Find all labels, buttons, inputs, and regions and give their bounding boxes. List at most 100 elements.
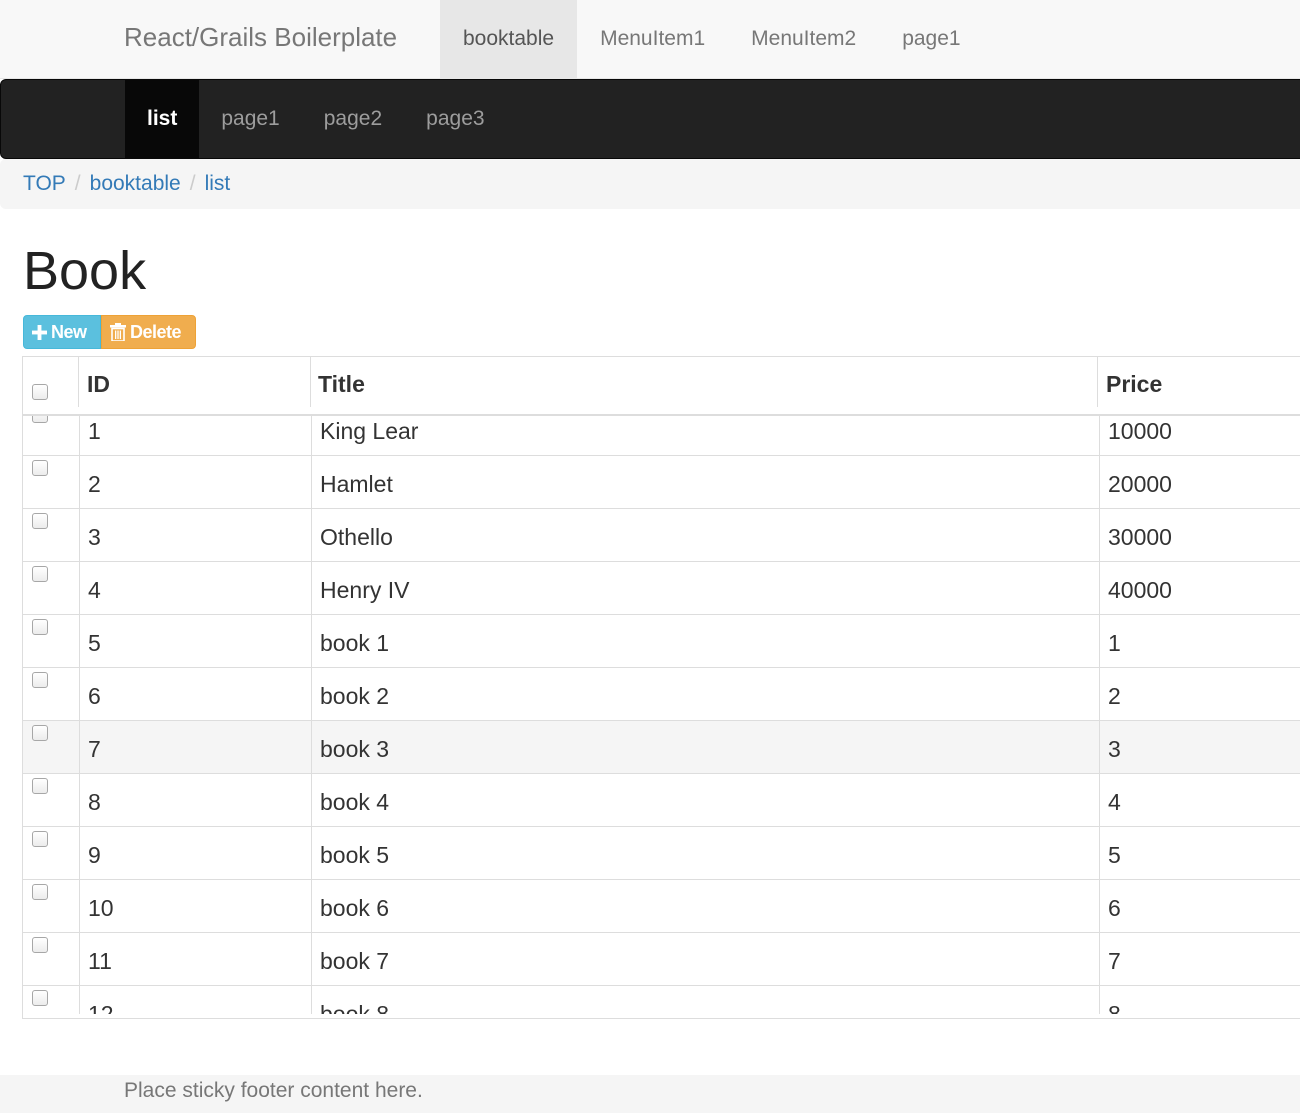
row-checkbox-cell [23, 721, 79, 774]
cell-id: 9 [79, 827, 311, 880]
row-checkbox-cell [23, 456, 79, 509]
book-table: ID Title Price 1 King Lear 10000 2 Hamlet 200… [22, 356, 1300, 1019]
nav-item-menuitem1[interactable]: MenuItem1 [577, 0, 728, 78]
cell-price: 8 [1099, 986, 1300, 1014]
navbar-brand[interactable]: React/Grails Boilerplate [124, 22, 397, 53]
cell-title: book 6 [311, 880, 1099, 933]
table-row[interactable]: 12 book 88 [23, 986, 1300, 1014]
row-checkbox[interactable] [32, 619, 48, 635]
cell-id: 10 [79, 880, 311, 933]
cell-id: 4 [79, 562, 311, 615]
row-checkbox-cell [23, 880, 79, 933]
toolbar-button-group: New Delete [23, 315, 196, 349]
table-row[interactable]: 3 Othello 30000 [23, 509, 1300, 562]
table-header: ID Title Price [23, 357, 1300, 416]
nav-item-page1[interactable]: page1 [879, 0, 983, 78]
row-checkbox-cell [23, 774, 79, 827]
cell-id: 7 [79, 721, 311, 774]
plus-icon [32, 324, 47, 340]
select-all-checkbox[interactable] [32, 384, 48, 400]
subnav-item-list[interactable]: list [125, 80, 200, 158]
cell-price: 7 [1099, 933, 1300, 986]
cell-title: book 7 [311, 933, 1099, 986]
subnav-item-page3[interactable]: page3 [404, 80, 506, 158]
table-row[interactable]: 4 Henry IV 40000 [23, 562, 1300, 615]
table-row[interactable]: 8 book 44 [23, 774, 1300, 827]
sticky-footer: Place sticky footer content here. [0, 1075, 1300, 1113]
cell-price: 40000 [1099, 562, 1300, 615]
footer-text: Place sticky footer content here. [124, 1079, 423, 1102]
table-body: 1 King Lear 10000 2 Hamlet 20000 3 Othello 30000… [23, 416, 1300, 1014]
row-checkbox[interactable] [32, 831, 48, 847]
sub-nav-menu: list page1 page2 page3 [125, 80, 507, 158]
new-button[interactable]: New [23, 315, 101, 349]
row-checkbox[interactable] [32, 416, 48, 423]
column-header-title[interactable]: Title [310, 357, 1098, 414]
table-row[interactable]: 11 book 77 [23, 933, 1300, 986]
top-nav-menu: booktable MenuItem1 MenuItem2 page1 [440, 0, 984, 78]
trash-icon [110, 323, 126, 341]
sub-navbar: list page1 page2 page3 [0, 79, 1300, 159]
row-checkbox-cell [23, 933, 79, 986]
cell-title: book 4 [311, 774, 1099, 827]
cell-price: 30000 [1099, 509, 1300, 562]
top-navbar: React/Grails Boilerplate booktable MenuI… [0, 0, 1300, 79]
cell-id: 8 [79, 774, 311, 827]
cell-id: 6 [79, 668, 311, 721]
cell-price: 2 [1099, 668, 1300, 721]
cell-title: Henry IV [311, 562, 1099, 615]
cell-price: 6 [1099, 880, 1300, 933]
delete-button-label: Delete [130, 321, 182, 342]
row-checkbox[interactable] [32, 937, 48, 953]
table-row[interactable]: 1 King Lear 10000 [23, 416, 1300, 456]
table-row[interactable]: 6 book 22 [23, 668, 1300, 721]
row-checkbox[interactable] [32, 778, 48, 794]
row-checkbox-cell [23, 562, 79, 615]
row-checkbox[interactable] [32, 725, 48, 741]
cell-price: 1 [1099, 615, 1300, 668]
table-body-scroll[interactable]: 1 King Lear 10000 2 Hamlet 20000 3 Othello 30000… [23, 416, 1300, 1014]
cell-title: Hamlet [311, 456, 1099, 509]
table-row[interactable]: 10 book 66 [23, 880, 1300, 933]
cell-title: book 3 [311, 721, 1099, 774]
breadcrumb-separator: / [189, 172, 196, 195]
delete-button[interactable]: Delete [101, 315, 196, 349]
cell-price: 20000 [1099, 456, 1300, 509]
cell-id: 3 [79, 509, 311, 562]
cell-price: 4 [1099, 774, 1300, 827]
row-checkbox[interactable] [32, 566, 48, 582]
cell-title: book 8 [311, 986, 1099, 1014]
cell-title: book 1 [311, 615, 1099, 668]
row-checkbox-cell [23, 986, 79, 1014]
subnav-item-page2[interactable]: page2 [302, 80, 404, 158]
row-checkbox[interactable] [32, 672, 48, 688]
cell-title: book 2 [311, 668, 1099, 721]
cell-price: 3 [1099, 721, 1300, 774]
cell-id: 11 [79, 933, 311, 986]
table-row[interactable]: 5 book 11 [23, 615, 1300, 668]
cell-title: Othello [311, 509, 1099, 562]
row-checkbox[interactable] [32, 990, 48, 1006]
table-row[interactable]: 7 book 33 [23, 721, 1300, 774]
row-checkbox[interactable] [32, 460, 48, 476]
cell-title: book 5 [311, 827, 1099, 880]
subnav-item-page1[interactable]: page1 [199, 80, 301, 158]
row-checkbox[interactable] [32, 884, 48, 900]
row-checkbox-cell [23, 615, 79, 668]
cell-id: 1 [79, 416, 311, 456]
nav-item-menuitem2[interactable]: MenuItem2 [728, 0, 879, 78]
column-header-price[interactable]: Price [1098, 357, 1300, 414]
cell-title: King Lear [311, 416, 1099, 456]
breadcrumb-item-booktable[interactable]: booktable [90, 172, 181, 196]
row-checkbox[interactable] [32, 513, 48, 529]
cell-id: 5 [79, 615, 311, 668]
row-checkbox-cell [23, 827, 79, 880]
breadcrumb-item-top[interactable]: TOP [23, 172, 66, 196]
column-header-id[interactable]: ID [79, 357, 311, 414]
cell-id: 12 [79, 986, 311, 1014]
breadcrumb-item-list[interactable]: list [205, 172, 231, 196]
table-row[interactable]: 9 book 55 [23, 827, 1300, 880]
nav-item-booktable[interactable]: booktable [440, 0, 578, 78]
table-row[interactable]: 2 Hamlet 20000 [23, 456, 1300, 509]
row-checkbox-cell [23, 509, 79, 562]
